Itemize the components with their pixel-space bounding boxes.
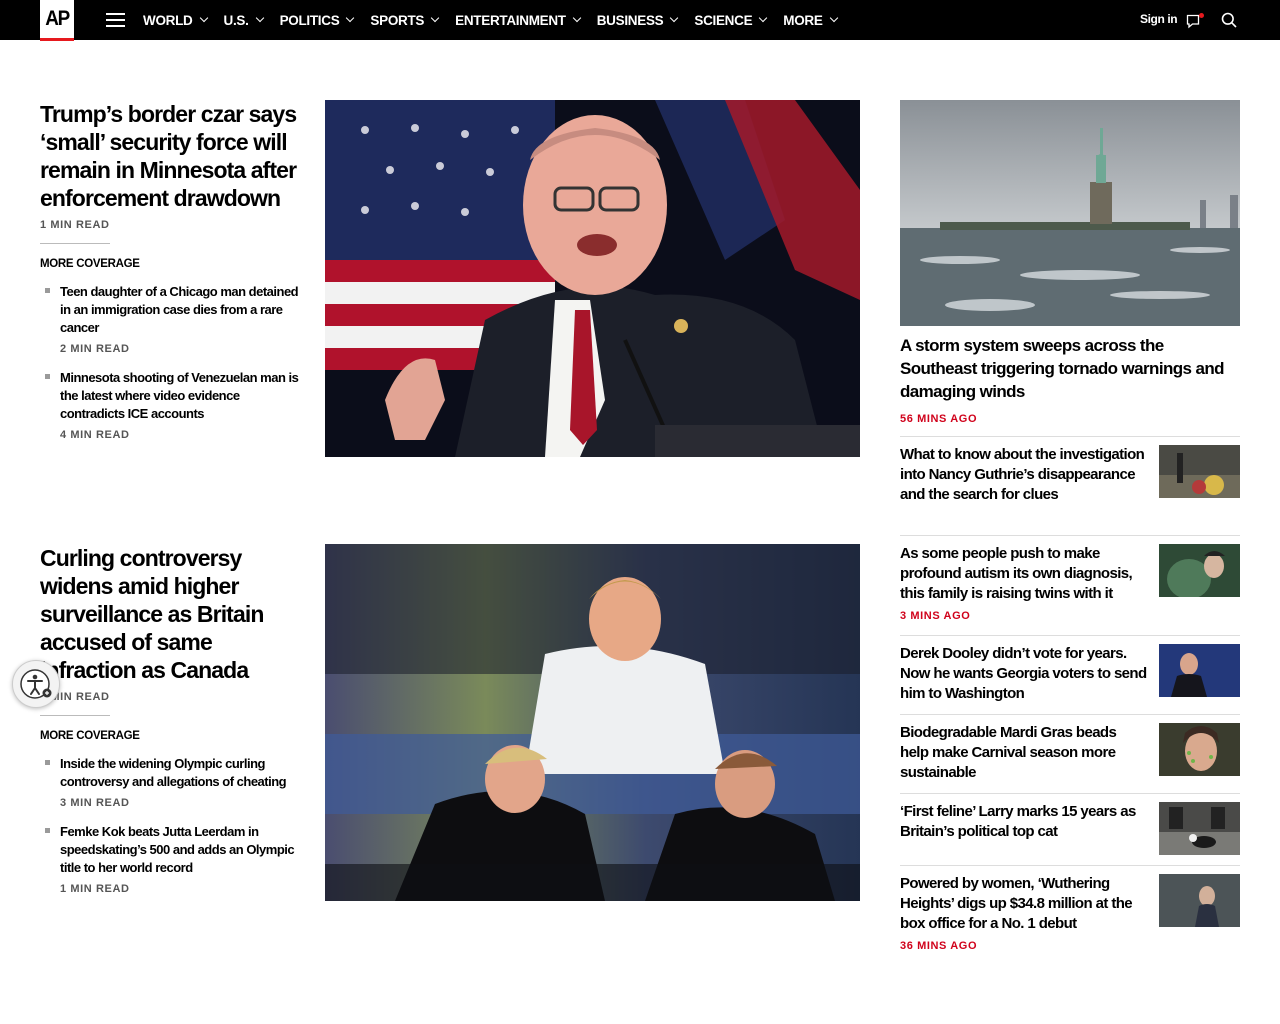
rail-item: Biodegradable Mardi Gras beads help make… — [900, 714, 1240, 793]
chevron-down-icon — [572, 13, 581, 23]
thumbnail[interactable] — [1159, 723, 1240, 776]
divider — [40, 715, 110, 716]
sub-headline[interactable]: Minnesota shooting of Venezuelan man is … — [60, 369, 302, 423]
headline[interactable]: Curling controversy widens amid higher s… — [40, 544, 302, 684]
headline[interactable]: A storm system sweeps across the Southea… — [900, 334, 1240, 403]
headline[interactable]: Powered by women, ‘Wuthering Heights’ di… — [900, 874, 1148, 934]
sub-headline[interactable]: Inside the widening Olympic curling cont… — [60, 755, 302, 791]
chevron-down-icon — [829, 13, 838, 23]
headline[interactable]: Trump’s border czar says ‘small’ securit… — [40, 100, 302, 212]
timestamp: 56 MINS AGO — [900, 413, 978, 425]
thumbnail[interactable] — [1159, 544, 1240, 597]
chevron-down-icon — [670, 13, 679, 23]
lead-story-1: Trump’s border czar says ‘small’ securit… — [40, 100, 302, 441]
timestamp: 36 MINS AGO — [900, 940, 978, 952]
read-time: 1 MIN READ — [40, 219, 110, 231]
list-item: Femke Kok beats Jutta Leerdam in speedsk… — [40, 823, 302, 895]
read-time: 2 MIN READ — [60, 343, 130, 355]
chevron-down-icon — [346, 13, 355, 23]
accessibility-icon — [20, 669, 52, 699]
menu-icon[interactable] — [106, 13, 125, 27]
border-czar-photo — [325, 100, 860, 457]
rail-item: ‘First feline’ Larry marks 15 years as B… — [900, 793, 1240, 865]
nav-item-science[interactable]: SCIENCE — [694, 13, 768, 28]
sub-headline[interactable]: Teen daughter of a Chicago man detained … — [60, 283, 302, 337]
nav-item-sports[interactable]: SPORTS — [370, 13, 440, 28]
rail-lead-story: A storm system sweeps across the Southea… — [900, 334, 1240, 431]
headline[interactable]: What to know about the investigation int… — [900, 445, 1148, 505]
sign-in-link[interactable]: Sign in — [1140, 12, 1178, 26]
read-time: 1 MIN READ — [40, 691, 110, 703]
lead-image-1[interactable] — [325, 100, 860, 457]
lead-image-2[interactable] — [325, 544, 860, 901]
accessibility-button[interactable] — [12, 660, 60, 708]
top-nav: AP WORLD U.S. POLITICS SPORTS ENTERTAINM… — [0, 0, 1280, 41]
rail-item: As some people push to make profound aut… — [900, 535, 1240, 635]
timestamp: 3 MINS AGO — [900, 610, 971, 622]
logo-text: AP — [45, 7, 70, 30]
list-item: Minnesota shooting of Venezuelan man is … — [40, 369, 302, 441]
thumbnail[interactable] — [1159, 445, 1240, 498]
rail-item: Powered by women, ‘Wuthering Heights’ di… — [900, 865, 1240, 965]
lead-story-2: Curling controversy widens amid higher s… — [40, 544, 302, 895]
read-time: 3 MIN READ — [60, 797, 130, 809]
chevron-down-icon — [199, 13, 208, 23]
divider — [40, 243, 110, 244]
rail-item: Derek Dooley didn’t vote for years. Now … — [900, 635, 1240, 714]
nav-item-world[interactable]: WORLD — [143, 13, 208, 28]
thumbnail[interactable] — [1159, 802, 1240, 855]
chevron-down-icon — [430, 13, 440, 23]
ap-logo[interactable]: AP — [40, 0, 74, 41]
rail-item: What to know about the investigation int… — [900, 436, 1240, 535]
section-menu: WORLD U.S. POLITICS SPORTS ENTERTAINMENT… — [143, 0, 854, 40]
statue-of-liberty-photo — [900, 100, 1240, 326]
nav-item-business[interactable]: BUSINESS — [597, 13, 679, 28]
thumbnail[interactable] — [1159, 644, 1240, 697]
rail-lead-image[interactable] — [900, 100, 1240, 326]
curling-photo — [325, 544, 860, 901]
list-item: Teen daughter of a Chicago man detained … — [40, 283, 302, 355]
nav-item-more[interactable]: MORE — [783, 13, 838, 28]
nav-item-entertainment[interactable]: ENTERTAINMENT — [455, 13, 581, 28]
read-time: 4 MIN READ — [60, 429, 130, 441]
sub-headline[interactable]: Femke Kok beats Jutta Leerdam in speedsk… — [60, 823, 302, 877]
read-time: 1 MIN READ — [60, 883, 130, 895]
headline[interactable]: ‘First feline’ Larry marks 15 years as B… — [900, 802, 1148, 842]
headline[interactable]: Derek Dooley didn’t vote for years. Now … — [900, 644, 1148, 704]
chat-icon[interactable] — [1186, 13, 1204, 29]
nav-item-politics[interactable]: POLITICS — [280, 13, 355, 28]
chevron-down-icon — [759, 13, 768, 23]
search-icon[interactable] — [1221, 12, 1237, 28]
headline[interactable]: As some people push to make profound aut… — [900, 544, 1148, 604]
more-coverage-label: MORE COVERAGE — [40, 730, 140, 742]
headline[interactable]: Biodegradable Mardi Gras beads help make… — [900, 723, 1148, 783]
more-coverage-label: MORE COVERAGE — [40, 258, 140, 270]
thumbnail[interactable] — [1159, 874, 1240, 927]
nav-item-us[interactable]: U.S. — [224, 13, 264, 28]
chevron-down-icon — [255, 13, 264, 23]
list-item: Inside the widening Olympic curling cont… — [40, 755, 302, 809]
